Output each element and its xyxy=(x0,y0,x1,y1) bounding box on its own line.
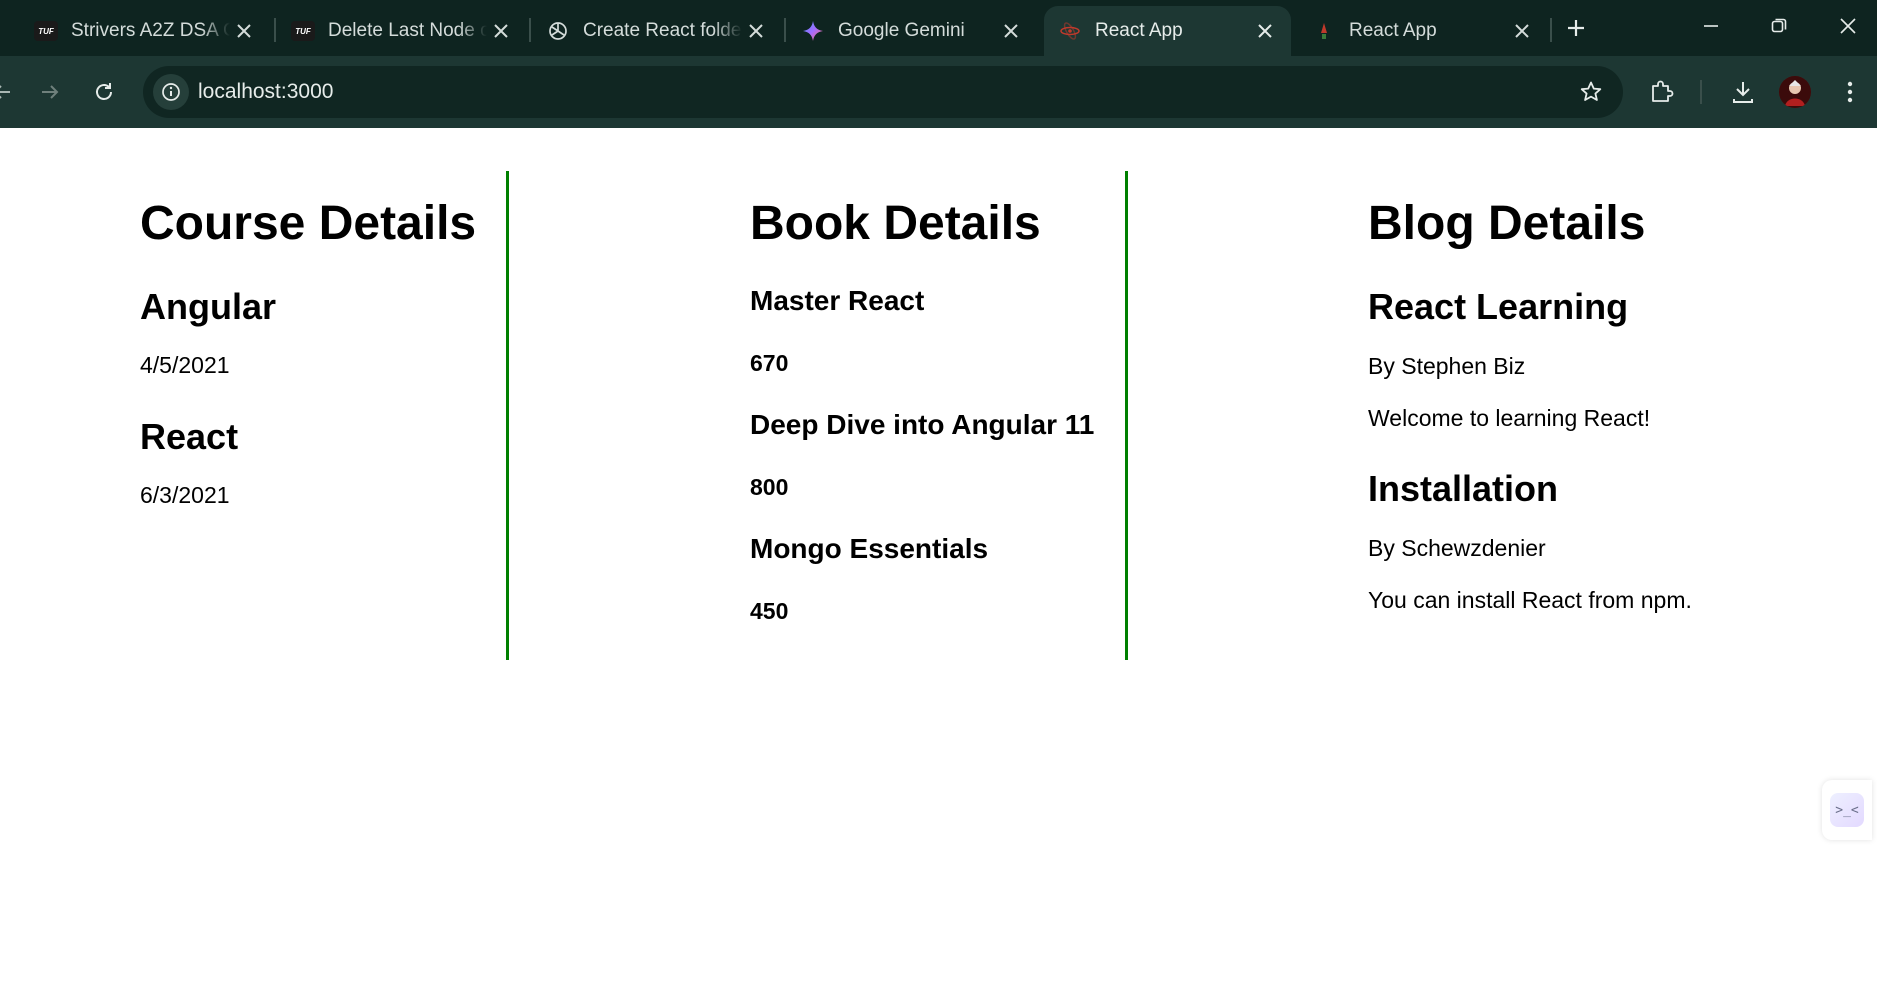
react-icon xyxy=(1058,19,1082,43)
tab-react-app[interactable]: React App xyxy=(1298,6,1548,56)
browser-toolbar: localhost:3000 xyxy=(0,56,1877,128)
book-name: Deep Dive into Angular 11 xyxy=(750,409,1095,440)
course-name: React xyxy=(140,416,239,457)
course-date: 6/3/2021 xyxy=(140,482,230,508)
tuf-logo-icon: TUF xyxy=(291,19,315,43)
tuf-logo-icon: TUF xyxy=(34,19,58,43)
url-text[interactable]: localhost:3000 xyxy=(198,80,333,104)
tab-delete-last-node[interactable]: TUF Delete Last Node of Linked List xyxy=(277,6,527,56)
restore-button[interactable] xyxy=(1751,6,1807,46)
plus-icon xyxy=(1568,20,1584,36)
dev-tool-icon: >_< xyxy=(1830,793,1864,827)
close-tab-icon[interactable] xyxy=(487,17,515,45)
tab-strivers[interactable]: TUF Strivers A2Z DSA Course xyxy=(20,6,270,56)
blog-details-section: Blog Details React Learning By Stephen B… xyxy=(1368,171,1788,660)
minimize-button[interactable] xyxy=(1683,6,1739,46)
more-vert-icon xyxy=(1847,81,1853,103)
reload-button[interactable] xyxy=(84,72,124,112)
tab-title: Delete Last Node of Linked List xyxy=(328,20,487,41)
close-window-button[interactable] xyxy=(1820,6,1876,46)
minimize-icon xyxy=(1704,25,1718,27)
close-tab-icon[interactable] xyxy=(1508,17,1536,45)
tab-separator xyxy=(529,18,531,42)
section-divider xyxy=(1125,171,1128,660)
tab-separator xyxy=(274,18,276,42)
back-button[interactable] xyxy=(0,72,22,112)
course-name: Angular xyxy=(140,286,277,327)
bookmark-star-icon[interactable] xyxy=(1577,78,1605,106)
book-price: 450 xyxy=(750,598,789,624)
arrow-left-icon xyxy=(0,85,10,99)
menu-button[interactable] xyxy=(1832,74,1868,110)
site-info-icon[interactable] xyxy=(153,74,189,110)
book-name: Master React xyxy=(750,285,925,316)
openai-icon xyxy=(546,19,570,43)
new-tab-button[interactable] xyxy=(1548,8,1604,48)
blog-content: You can install React from npm. xyxy=(1368,587,1692,613)
close-tab-icon[interactable] xyxy=(997,17,1025,45)
blog-content: Welcome to learning React! xyxy=(1368,405,1651,431)
tab-strip: TUF Strivers A2Z DSA Course TUF Delete L… xyxy=(0,0,1877,56)
book-price: 800 xyxy=(750,474,789,500)
section-divider xyxy=(506,171,509,660)
blog-title: Installation xyxy=(1368,468,1559,509)
tab-title: Google Gemini xyxy=(838,20,965,41)
course-date: 4/5/2021 xyxy=(140,352,230,378)
course-details-heading: Course Details xyxy=(140,197,477,250)
tab-google-gemini[interactable]: Google Gemini xyxy=(787,6,1037,56)
blog-author: By Stephen Biz xyxy=(1368,353,1526,379)
puzzle-icon xyxy=(1652,80,1674,102)
book-price: 670 xyxy=(750,350,789,376)
restore-icon xyxy=(1771,18,1787,33)
close-tab-icon[interactable] xyxy=(1251,17,1279,45)
tab-title: Strivers A2Z DSA Course xyxy=(71,20,230,41)
extensions-button[interactable] xyxy=(1644,74,1680,110)
blog-details-heading: Blog Details xyxy=(1368,197,1646,250)
blog-title: React Learning xyxy=(1368,286,1629,327)
close-tab-icon[interactable] xyxy=(230,17,258,45)
address-bar[interactable]: localhost:3000 xyxy=(143,66,1623,118)
tab-react-app-active[interactable]: React App xyxy=(1044,6,1291,56)
download-icon xyxy=(1733,82,1753,103)
book-details-heading: Book Details xyxy=(750,197,1041,250)
course-details-section: Course Details Angular 4/5/2021 React 6/… xyxy=(140,171,500,660)
tab-create-react-folder[interactable]: Create React folder xyxy=(532,6,782,56)
tab-title: React App xyxy=(1095,20,1183,41)
profile-avatar[interactable] xyxy=(1779,76,1811,108)
downloads-button[interactable] xyxy=(1725,74,1761,110)
close-tab-icon[interactable] xyxy=(742,17,770,45)
toolbar-separator xyxy=(1700,80,1702,104)
blog-author: By Schewzdenier xyxy=(1368,535,1546,561)
reload-icon xyxy=(96,83,112,100)
react-icon xyxy=(1312,19,1336,43)
book-details-section: Book Details Master React 670 Deep Dive … xyxy=(750,171,1120,660)
arrow-right-icon xyxy=(42,85,59,99)
close-icon xyxy=(1840,18,1856,34)
book-name: Mongo Essentials xyxy=(750,533,989,564)
tab-separator xyxy=(784,18,786,42)
tab-title: React App xyxy=(1349,20,1437,41)
gemini-icon xyxy=(801,19,825,43)
floating-side-widget[interactable]: >_< xyxy=(1822,780,1872,840)
react-app-page: Course Details Angular 4/5/2021 React 6/… xyxy=(0,128,1877,1002)
forward-button[interactable] xyxy=(30,72,70,112)
tab-title: Create React folder xyxy=(583,20,742,41)
